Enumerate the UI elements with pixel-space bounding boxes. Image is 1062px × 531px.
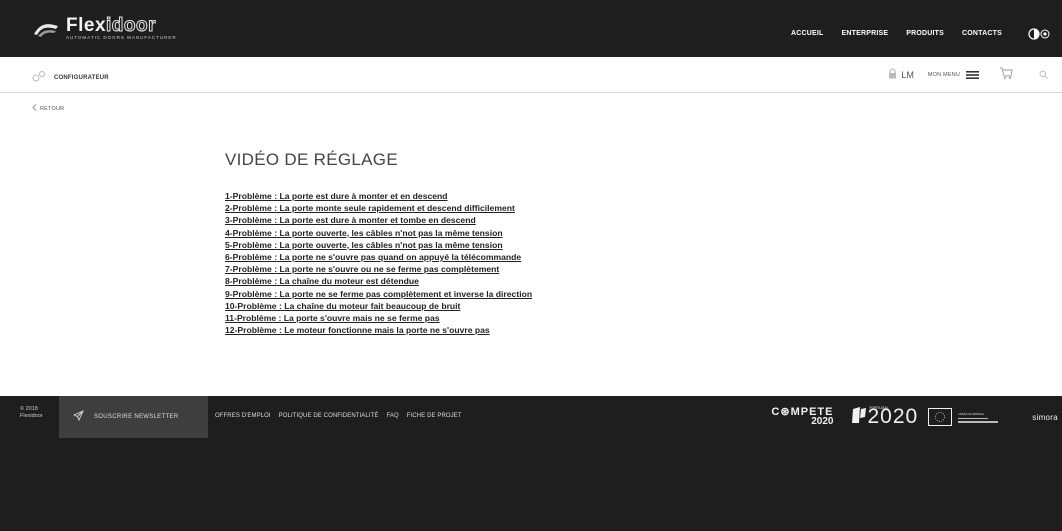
nav-accueil[interactable]: ACCUEIL xyxy=(791,30,824,37)
problem-link-2[interactable]: 2-Problème : La porte monte seule rapide… xyxy=(225,203,515,213)
lock-icon[interactable] xyxy=(888,66,897,84)
footer-link-faq[interactable]: FAQ xyxy=(386,413,398,419)
brand-tagline: AUTOMATIC DOORS MANUFACTURER xyxy=(66,35,177,40)
list-item: 12-Problème : Le moteur fonctionne mais … xyxy=(225,324,532,336)
list-item: 9-Problème : La porte ne se ferme pas co… xyxy=(225,288,532,300)
funding-logos: C⊛MPETE 2020 PORTUGAL 2020 UNIÃO EUROPEI… xyxy=(771,400,1062,434)
footer-link-jobs[interactable]: OFFRES D'EMPLOI xyxy=(215,413,271,419)
portugal-label: PORTUGAL xyxy=(869,405,889,410)
back-label: RETOUR xyxy=(40,105,65,112)
agency-credit[interactable]: simora xyxy=(1032,413,1058,422)
copyright-year: © 2018 xyxy=(20,406,38,412)
problem-link-5[interactable]: 5-Problème : La porte ouverte, les câble… xyxy=(225,240,503,250)
compete-2020-logo: C⊛MPETE 2020 xyxy=(771,407,833,427)
brand-name-part2: idoor xyxy=(106,15,157,36)
list-item: 10-Problème : La chaîne du moteur fait b… xyxy=(225,300,532,312)
list-item: 7-Problème : La porte ne s'ouvre ou ne s… xyxy=(225,263,532,275)
brand-wordmark: Flexidoor AUTOMATIC DOORS MANUFACTURER xyxy=(66,15,177,41)
list-item: 3-Problème : La porte est dure à monter … xyxy=(225,214,532,226)
problem-link-6[interactable]: 6-Problème : La porte ne s'ouvre pas qua… xyxy=(225,252,521,262)
nav-contacts[interactable]: CONTACTS xyxy=(962,30,1002,37)
problem-link-7[interactable]: 7-Problème : La porte ne s'ouvre ou ne s… xyxy=(225,264,499,274)
nav-produits[interactable]: PRODUITS xyxy=(906,30,944,37)
secondary-bar: CONFIGURATEUR LM MON MENU xyxy=(0,57,1062,93)
main-nav: ACCUEIL ENTERPRISE PRODUITS CONTACTS xyxy=(791,30,1002,37)
copyright: © 2018 Flexidoor xyxy=(20,406,43,420)
brand-logo[interactable]: Flexidoor AUTOMATIC DOORS MANUFACTURER xyxy=(32,16,177,42)
problem-link-1[interactable]: 1-Problème : La porte est dure à monter … xyxy=(225,191,448,201)
user-initials[interactable]: LM xyxy=(901,70,914,80)
problem-link-10[interactable]: 10-Problème : La chaîne du moteur fait b… xyxy=(225,301,460,311)
problem-link-12[interactable]: 12-Problème : Le moteur fonctionne mais … xyxy=(225,325,490,335)
problem-link-3[interactable]: 3-Problème : La porte est dure à monter … xyxy=(225,215,476,225)
problem-link-4[interactable]: 4-Problème : La porte ouverte, les câble… xyxy=(225,228,503,238)
configurator-icon xyxy=(32,69,46,87)
configurator-link[interactable]: CONFIGURATEUR xyxy=(32,69,109,87)
footer-link-privacy[interactable]: POLITIQUE DE CONFIDENTIALITÉ xyxy=(279,413,379,419)
compete-year: 2020 xyxy=(811,416,834,427)
portugal-flag-icon xyxy=(851,405,867,430)
contrast-toggle-icon[interactable] xyxy=(1028,27,1052,40)
brand-name-part1: Flex xyxy=(66,15,107,36)
configurator-label: CONFIGURATEUR xyxy=(54,75,109,81)
user-tools: LM MON MENU xyxy=(888,67,1048,83)
eu-flag-icon xyxy=(928,408,953,426)
problem-link-9[interactable]: 9-Problème : La porte ne se ferme pas co… xyxy=(225,289,532,299)
newsletter-button[interactable]: SOUSCRIRE NEWSLETTER xyxy=(59,396,208,438)
eu-label: UNIÃO EUROPEIA xyxy=(958,411,985,416)
brand-name: Flexidoor xyxy=(66,15,177,36)
problem-link-8[interactable]: 8-Problème : La chaîne du moteur est dét… xyxy=(225,276,419,286)
problem-list: 1-Problème : La porte est dure à monter … xyxy=(225,190,532,336)
page-title: VIDÉO DE RÉGLAGE xyxy=(225,150,398,169)
newsletter-label: SOUSCRIRE NEWSLETTER xyxy=(94,414,179,420)
flexidoor-logo-icon xyxy=(32,20,60,38)
back-link[interactable]: RETOUR xyxy=(32,104,64,113)
problem-link-11[interactable]: 11-Problème : La porte s'ouvre mais ne s… xyxy=(225,313,440,323)
eu-logo: UNIÃO EUROPEIA xyxy=(928,406,1012,428)
chevron-left-icon xyxy=(32,104,37,113)
menu-label[interactable]: MON MENU xyxy=(928,72,960,78)
list-item: 5-Problème : La porte ouverte, les câble… xyxy=(225,239,532,251)
copyright-company: Flexidoor xyxy=(20,413,43,419)
paper-plane-icon xyxy=(72,408,84,426)
search-icon[interactable] xyxy=(1039,66,1048,84)
eu-text: UNIÃO EUROPEIA xyxy=(958,411,999,423)
list-item: 6-Problème : La porte ne s'ouvre pas qua… xyxy=(225,251,532,263)
eu-line xyxy=(958,417,989,419)
top-header: Flexidoor AUTOMATIC DOORS MANUFACTURER A… xyxy=(0,0,1062,57)
list-item: 11-Problème : La porte s'ouvre mais ne s… xyxy=(225,312,532,324)
cart-icon[interactable] xyxy=(999,66,1013,85)
footer-link-project-sheet[interactable]: FICHE DE PROJET xyxy=(407,413,462,419)
hamburger-icon[interactable] xyxy=(966,66,979,84)
eu-line xyxy=(958,421,999,423)
list-item: 4-Problème : La porte ouverte, les câble… xyxy=(225,227,532,239)
nav-enterprise[interactable]: ENTERPRISE xyxy=(842,30,889,37)
list-item: 8-Problème : La chaîne du moteur est dét… xyxy=(225,275,532,287)
list-item: 1-Problème : La porte est dure à monter … xyxy=(225,190,532,202)
portugal-2020-logo: PORTUGAL 2020 xyxy=(851,405,918,430)
list-item: 2-Problème : La porte monte seule rapide… xyxy=(225,202,532,214)
site-footer: © 2018 Flexidoor SOUSCRIRE NEWSLETTER OF… xyxy=(0,396,1062,531)
footer-nav: OFFRES D'EMPLOI POLITIQUE DE CONFIDENTIA… xyxy=(215,413,462,419)
